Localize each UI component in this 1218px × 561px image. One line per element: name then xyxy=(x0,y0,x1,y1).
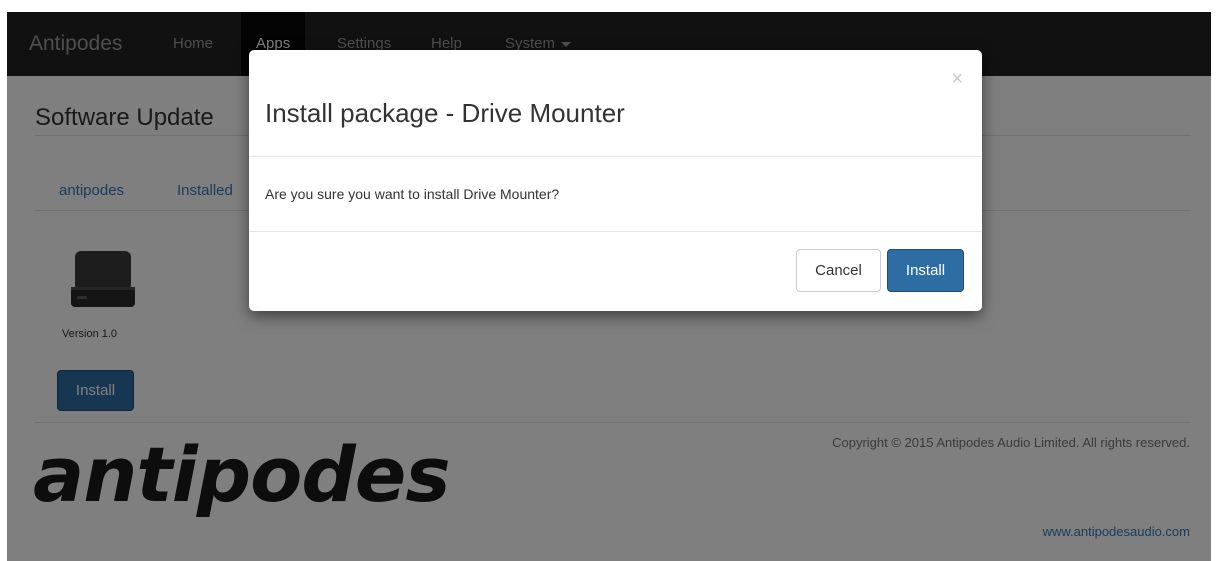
modal-title: Install package - Drive Mounter xyxy=(265,98,625,128)
modal-install-button[interactable]: Install xyxy=(887,249,964,292)
modal-footer-divider xyxy=(249,231,982,232)
cancel-button[interactable]: Cancel xyxy=(796,249,881,292)
modal-body: Are you sure you want to install Drive M… xyxy=(265,186,560,202)
close-icon[interactable]: × xyxy=(951,68,963,91)
page: Antipodes Home Apps Settings Help System… xyxy=(7,12,1211,561)
install-modal: × Install package - Drive Mounter Are yo… xyxy=(249,50,982,311)
modal-header-divider xyxy=(249,156,982,157)
